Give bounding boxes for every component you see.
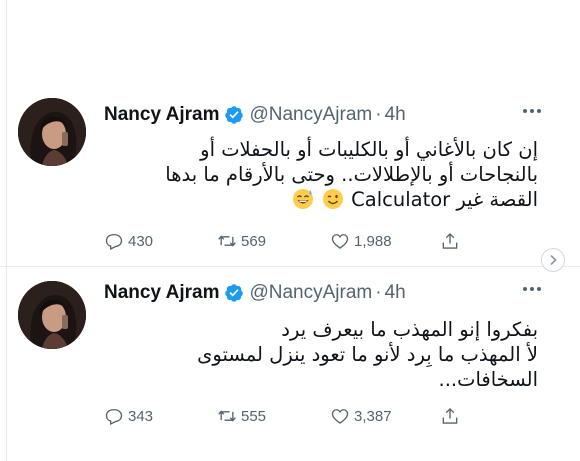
author-handle[interactable]: @NancyAjram	[249, 104, 372, 126]
verified-badge-icon	[224, 105, 244, 125]
wink-emoji	[322, 188, 344, 210]
tweet-timestamp[interactable]: 4h	[385, 104, 406, 126]
tweet-text-line: القصة غير Calculator	[351, 188, 538, 211]
sweat-smile-emoji	[292, 188, 314, 210]
tweet-actions: 343 555 3,387	[104, 404, 480, 428]
retweet-icon	[218, 410, 236, 422]
reply-icon	[105, 234, 123, 250]
reply-count: 343	[128, 407, 154, 425]
verified-badge-icon	[224, 283, 244, 303]
more-options-icon[interactable]	[519, 282, 545, 304]
tweet-timestamp[interactable]: 4h	[385, 282, 406, 304]
blank-area	[0, 0, 580, 92]
tweet-text-line: إن كان بالأغاني أو بالكليبات أو بالحفلات…	[200, 138, 538, 161]
tweet-text-line: بفكروا إنو المهذب ما بيعرف يرد	[281, 318, 538, 341]
tweet-text: بفكروا إنو المهذب ما بيعرف يرد لأ المهذب…	[104, 317, 538, 392]
like-button[interactable]: 3,387	[330, 406, 440, 426]
tweet-text-line: بالنجاحات أو بالإطلالات.. وحتى بالأرقام …	[165, 163, 538, 186]
chevron-right-icon[interactable]	[541, 248, 565, 272]
tweet-divider	[0, 266, 580, 267]
reply-icon	[105, 409, 123, 425]
share-icon	[442, 407, 458, 424]
like-button[interactable]: 1,988	[330, 231, 440, 251]
reply-button[interactable]: 430	[104, 231, 217, 251]
author-name[interactable]: Nancy Ajram	[104, 282, 219, 304]
like-count: 1,988	[354, 232, 392, 250]
tweet-text-line: السخافات...	[438, 368, 539, 391]
separator-dot: ·	[375, 282, 382, 303]
author-name[interactable]: Nancy Ajram	[104, 104, 219, 126]
tweet-header: Nancy Ajram @NancyAjram · 4h	[104, 280, 406, 306]
like-icon	[331, 409, 349, 424]
tweet-text-line-with-emoji: القصة غير Calculator	[104, 187, 538, 212]
share-icon	[442, 232, 458, 249]
retweet-count: 555	[241, 407, 267, 425]
retweet-icon	[218, 235, 236, 247]
like-icon	[331, 234, 349, 249]
like-count: 3,387	[354, 407, 392, 425]
tweet-text-line: لأ المهذب ما بِرد لأنو ما تعود ينزل لمست…	[197, 343, 538, 366]
column-border	[6, 0, 7, 461]
retweet-button[interactable]: 555	[217, 406, 330, 426]
reply-button[interactable]: 343	[104, 406, 217, 426]
tweet-timeline: Nancy Ajram @NancyAjram · 4h إن كان بالأ…	[0, 0, 580, 461]
retweet-count: 569	[241, 232, 267, 250]
avatar[interactable]	[18, 98, 86, 166]
reply-count: 430	[128, 232, 154, 250]
avatar[interactable]	[18, 281, 86, 349]
share-button[interactable]	[440, 406, 480, 426]
more-options-icon[interactable]	[519, 104, 545, 126]
tweet-actions: 430 569 1,988	[104, 229, 480, 253]
author-handle[interactable]: @NancyAjram	[249, 282, 372, 304]
retweet-button[interactable]: 569	[217, 231, 330, 251]
share-button[interactable]	[440, 231, 480, 251]
tweet-text: إن كان بالأغاني أو بالكليبات أو بالحفلات…	[104, 137, 538, 212]
tweet-header: Nancy Ajram @NancyAjram · 4h	[104, 102, 406, 128]
separator-dot: ·	[375, 104, 382, 125]
